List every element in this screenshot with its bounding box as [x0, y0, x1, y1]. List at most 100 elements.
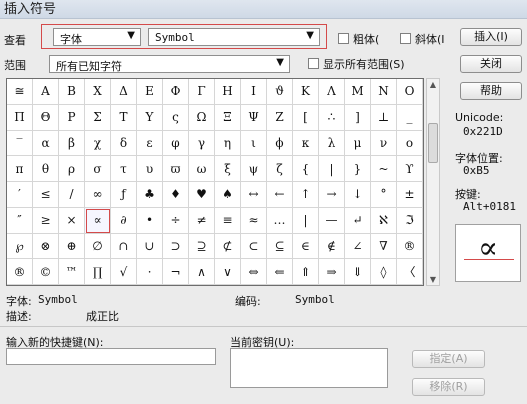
symbol-cell[interactable]: ″	[7, 207, 33, 234]
symbol-cell[interactable]: ↔	[241, 182, 267, 208]
symbol-cell[interactable]: ¬	[163, 259, 189, 285]
symbol-cell[interactable]: ∩	[111, 233, 137, 260]
symbol-cell[interactable]: Ψ	[241, 104, 267, 131]
symbol-cell[interactable]: τ	[111, 156, 137, 182]
symbol-cell[interactable]: ↵	[345, 207, 371, 234]
symbol-cell[interactable]: ±	[397, 182, 423, 208]
symbol-cell[interactable]: λ	[319, 130, 345, 157]
symbol-cell[interactable]: Θ	[33, 104, 59, 131]
symbol-cell[interactable]: ⇑	[293, 259, 319, 285]
symbol-cell[interactable]: ↑	[293, 182, 319, 208]
symbol-cell[interactable]: ≡	[215, 207, 241, 234]
symbol-cell[interactable]: α	[33, 130, 59, 157]
symbol-cell[interactable]: Ξ	[215, 104, 241, 131]
symbol-cell[interactable]: ♣	[137, 182, 163, 208]
symbol-cell[interactable]: ®	[397, 233, 423, 260]
symbol-cell[interactable]: ∇	[371, 233, 397, 260]
symbol-cell[interactable]: σ	[85, 156, 111, 182]
symbol-cell[interactable]: √	[111, 259, 137, 285]
symbol-cell[interactable]: ◊	[371, 259, 397, 285]
symbol-cell[interactable]: ′	[7, 182, 33, 208]
symbol-cell[interactable]: ζ	[267, 156, 293, 182]
symbol-cell[interactable]: β	[59, 130, 85, 157]
symbol-cell[interactable]: ⊕	[59, 233, 85, 260]
symbol-cell[interactable]: κ	[293, 130, 319, 157]
symbol-cell[interactable]: μ	[345, 130, 371, 157]
symbol-cell[interactable]: ∧	[189, 259, 215, 285]
symbol-cell[interactable]: ⇒	[319, 259, 345, 285]
symbol-cell[interactable]: M	[345, 79, 371, 105]
symbol-cell[interactable]: ⊆	[267, 233, 293, 260]
font-type-select[interactable]: 字体 ▼	[53, 28, 141, 46]
symbol-cell[interactable]: Π	[7, 104, 33, 131]
help-button[interactable]: 帮助	[460, 82, 522, 100]
symbol-cell[interactable]: ∂	[111, 207, 137, 234]
bold-checkbox[interactable]	[338, 33, 349, 44]
symbol-cell[interactable]: →	[319, 182, 345, 208]
symbol-cell[interactable]: N	[371, 79, 397, 105]
symbol-cell[interactable]: [	[293, 104, 319, 131]
symbol-cell[interactable]: /	[59, 182, 85, 208]
symbol-cell[interactable]: ο	[397, 130, 423, 157]
symbol-cell[interactable]: ℑ	[397, 207, 423, 234]
symbol-cell[interactable]: ≥	[33, 207, 59, 234]
assign-button[interactable]: 指定(A)	[412, 350, 485, 368]
symbol-cell[interactable]: ∞	[85, 182, 111, 208]
symbol-cell[interactable]: ϖ	[163, 156, 189, 182]
symbol-cell[interactable]: ι	[241, 130, 267, 157]
symbol-cell[interactable]: ∉	[319, 233, 345, 260]
symbol-cell[interactable]: A	[33, 79, 59, 105]
symbol-cell[interactable]: ρ	[59, 156, 85, 182]
grid-scrollbar[interactable]: ▲ ▼	[426, 78, 440, 286]
symbol-cell[interactable]: ×	[59, 207, 85, 234]
symbol-cell[interactable]: ξ	[215, 156, 241, 182]
insert-button[interactable]: 插入(I)	[460, 28, 522, 46]
show-all-ranges-checkbox[interactable]	[308, 58, 319, 69]
symbol-cell[interactable]: Φ	[163, 79, 189, 105]
symbol-cell[interactable]: ®	[7, 259, 33, 285]
symbol-cell[interactable]: —	[319, 207, 345, 234]
symbol-cell[interactable]: ϕ	[267, 130, 293, 157]
symbol-cell[interactable]: Σ	[85, 104, 111, 131]
symbol-cell[interactable]: ⊃	[163, 233, 189, 260]
symbol-cell[interactable]: ™	[59, 259, 85, 285]
font-name-select[interactable]: Symbol ▼	[148, 28, 320, 46]
symbol-cell[interactable]: ≈	[241, 207, 267, 234]
symbol-cell[interactable]: ϑ	[267, 79, 293, 105]
symbol-cell[interactable]: ≠	[189, 207, 215, 234]
symbol-cell[interactable]: δ	[111, 130, 137, 157]
current-keys-list[interactable]	[230, 348, 388, 388]
symbol-cell[interactable]: •	[137, 207, 163, 234]
symbol-cell[interactable]: ÷	[163, 207, 189, 234]
symbol-cell[interactable]: ∈	[293, 233, 319, 260]
symbol-cell[interactable]: X	[85, 79, 111, 105]
range-select[interactable]: 所有已知字符 ▼	[49, 55, 290, 73]
symbol-cell[interactable]: ∠	[345, 233, 371, 260]
symbol-cell[interactable]: θ	[33, 156, 59, 182]
symbol-cell[interactable]: ©	[33, 259, 59, 285]
scroll-up-icon[interactable]: ▲	[427, 80, 439, 89]
symbol-cell[interactable]: ⋅	[137, 259, 163, 285]
symbol-cell[interactable]: ‾	[7, 130, 33, 157]
symbol-cell[interactable]: Γ	[189, 79, 215, 105]
symbol-cell[interactable]: ⊂	[241, 233, 267, 260]
symbol-cell[interactable]: |	[293, 207, 319, 234]
symbol-cell[interactable]: ♦	[163, 182, 189, 208]
symbol-cell[interactable]: ⇔	[241, 259, 267, 285]
symbol-cell[interactable]: Ω	[189, 104, 215, 131]
symbol-cell[interactable]: …	[267, 207, 293, 234]
symbol-cell[interactable]: ℘	[7, 233, 33, 260]
symbol-cell[interactable]: 〈	[397, 259, 423, 285]
symbol-cell[interactable]: O	[397, 79, 423, 105]
symbol-cell[interactable]: E	[137, 79, 163, 105]
new-shortcut-input[interactable]	[6, 348, 216, 365]
symbol-cell[interactable]: ↓	[345, 182, 371, 208]
symbol-cell[interactable]: ⊄	[215, 233, 241, 260]
symbol-cell[interactable]: }	[345, 156, 371, 182]
symbol-cell[interactable]: |	[319, 156, 345, 182]
symbol-cell[interactable]: B	[59, 79, 85, 105]
symbol-cell[interactable]: K	[293, 79, 319, 105]
scroll-down-icon[interactable]: ▼	[427, 275, 439, 284]
symbol-cell[interactable]: ϒ	[397, 156, 423, 182]
symbol-cell[interactable]: ψ	[241, 156, 267, 182]
